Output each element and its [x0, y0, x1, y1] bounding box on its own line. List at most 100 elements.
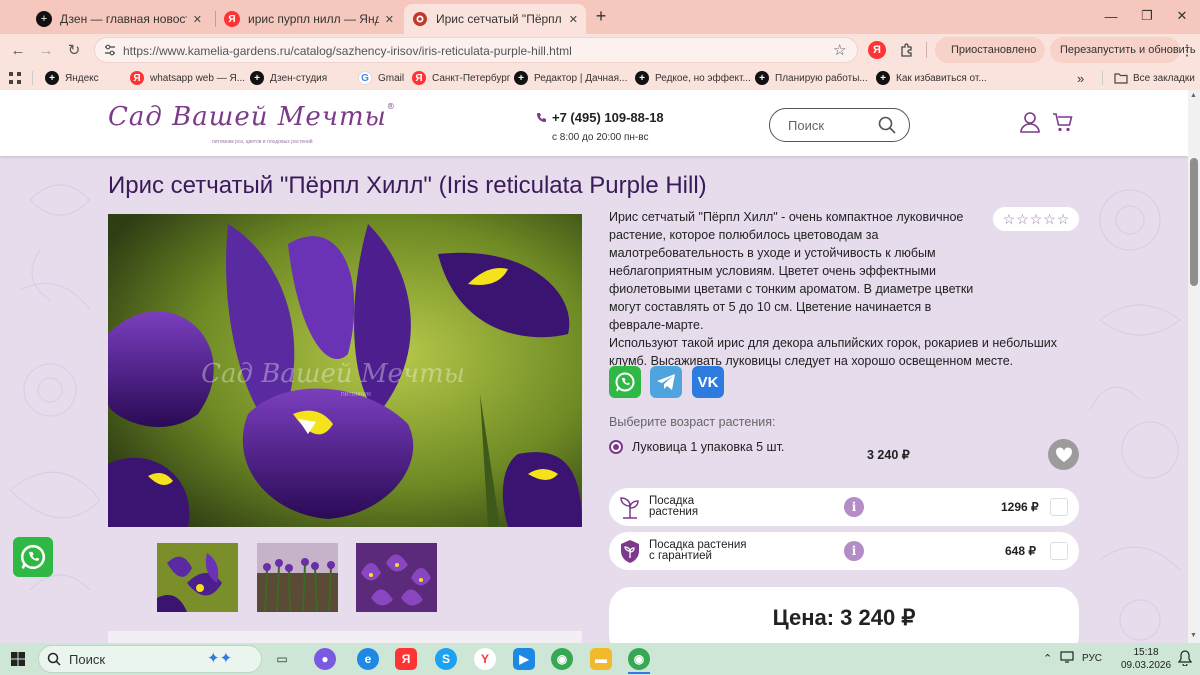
- info-icon[interactable]: i: [844, 541, 864, 561]
- task-view-icon[interactable]: ▭: [271, 648, 293, 670]
- site-settings-icon[interactable]: [103, 43, 117, 57]
- bookmark-editor[interactable]: + Редактор | Дачная...: [514, 69, 627, 87]
- scrollbar-thumb[interactable]: [1190, 158, 1198, 286]
- toolbar-divider: [926, 42, 927, 58]
- star-icon[interactable]: ☆: [1016, 211, 1029, 228]
- taskbar-search[interactable]: Поиск ✦✦: [38, 645, 262, 673]
- notifications-bell-icon[interactable]: [1178, 650, 1192, 666]
- network-icon[interactable]: [1060, 651, 1074, 663]
- option-label[interactable]: Луковица 1 упаковка 5 шт.: [632, 440, 784, 454]
- new-tab-button[interactable]: +: [592, 6, 610, 26]
- content-panel-edge: [108, 631, 582, 643]
- close-window-button[interactable]: ✕: [1164, 6, 1200, 26]
- tab-iris-product[interactable]: Ирис сетчатый "Пёрпл Хилл" ( ✕: [404, 4, 586, 34]
- bookmark-dzen-studio[interactable]: + Дзен-студия: [250, 69, 327, 87]
- back-arrow-icon[interactable]: ←: [6, 38, 30, 62]
- web-page: Сад Вашей Мечты® питомник роз, цветов и …: [0, 90, 1188, 643]
- file-explorer-icon[interactable]: ▬: [590, 648, 612, 670]
- product-main-image[interactable]: Сад Вашей Мечты питомник: [108, 214, 582, 527]
- page-scrollbar[interactable]: ▲ ▼: [1188, 90, 1200, 643]
- bookmark-label: Редкое, но эффект...: [655, 72, 751, 84]
- close-icon[interactable]: ✕: [193, 13, 202, 26]
- star-icon[interactable]: ☆: [1003, 211, 1016, 228]
- age-select-label: Выберите возраст растения:: [609, 415, 776, 429]
- tray-chevron-icon[interactable]: ⌃: [1043, 652, 1052, 665]
- whatsapp-chat-button[interactable]: [13, 537, 53, 577]
- more-bookmarks-button[interactable]: »: [1077, 69, 1084, 87]
- tab-yandex-search[interactable]: Я ирис пурпл нилл — Яндекс: н ✕: [216, 4, 402, 34]
- scroll-down-icon[interactable]: ▼: [1190, 632, 1197, 639]
- user-account-icon[interactable]: [1019, 111, 1041, 133]
- edge-icon[interactable]: e: [357, 648, 379, 670]
- total-price: Цена: 3 240 ₽: [772, 605, 916, 630]
- logo-tagline: питомник роз, цветов и плодовых растений: [212, 139, 313, 145]
- tab-title: Дзен — главная новостная ин: [60, 12, 187, 26]
- favorite-heart-button[interactable]: [1048, 439, 1079, 470]
- tab-strip: + Дзен — главная новостная ин ✕ Я ирис п…: [0, 0, 1200, 34]
- language-indicator[interactable]: РУС: [1082, 653, 1102, 664]
- forward-arrow-icon[interactable]: →: [34, 38, 58, 62]
- clock[interactable]: 15:18 09.03.2026: [1118, 646, 1174, 672]
- windows-start-icon[interactable]: [11, 652, 25, 666]
- apps-grid-icon[interactable]: [8, 71, 22, 85]
- extensions-puzzle-icon[interactable]: [895, 38, 919, 62]
- bookmark-gmail[interactable]: G Gmail: [358, 69, 404, 87]
- bookmark-planning[interactable]: + Планирую работы...: [755, 69, 868, 87]
- star-icon[interactable]: ☆: [1043, 211, 1056, 228]
- close-icon[interactable]: ✕: [385, 13, 394, 26]
- rating-stars[interactable]: ☆ ☆ ☆ ☆ ☆: [993, 207, 1079, 231]
- alice-icon[interactable]: ●: [314, 648, 336, 670]
- service-checkbox[interactable]: [1050, 498, 1068, 516]
- shield-plant-icon: [617, 538, 643, 564]
- vk-share-icon[interactable]: VK: [692, 366, 724, 398]
- video-editor-icon[interactable]: ▶: [513, 648, 535, 670]
- bookmark-label: whatsapp web — Я...: [150, 72, 246, 84]
- maximize-button[interactable]: ❐: [1129, 6, 1165, 26]
- work-hours: с 8:00 до 20:00 пн-вс: [552, 132, 649, 143]
- all-bookmarks-button[interactable]: Все закладки: [1114, 69, 1195, 87]
- shopping-cart-icon[interactable]: [1052, 111, 1074, 133]
- minimize-button[interactable]: —: [1093, 6, 1129, 26]
- taskbar-search-placeholder: Поиск: [69, 652, 106, 667]
- yandex-browser-icon[interactable]: Y: [474, 648, 496, 670]
- yandex-extension-icon[interactable]: Я: [868, 41, 886, 59]
- option-radio[interactable]: [609, 440, 623, 454]
- paused-label: Приостановлено: [951, 44, 1037, 56]
- telegram-share-icon[interactable]: [650, 366, 682, 398]
- bookmark-how-to[interactable]: + Как избавиться от...: [876, 69, 987, 87]
- chrome-icon[interactable]: ◉: [551, 648, 573, 670]
- close-icon[interactable]: ✕: [569, 13, 578, 26]
- star-icon[interactable]: ☆: [1057, 211, 1070, 228]
- thumbnail-2[interactable]: [257, 543, 338, 612]
- bookmark-label: Планирую работы...: [775, 72, 868, 84]
- bookmark-spb[interactable]: Я Санкт-Петербург: [412, 69, 510, 87]
- thumbnail-1[interactable]: [157, 543, 238, 612]
- skype-icon[interactable]: S: [435, 648, 457, 670]
- site-search-input[interactable]: Поиск: [769, 108, 910, 142]
- bookmark-rare[interactable]: + Редкое, но эффект...: [635, 69, 751, 87]
- chrome-active-icon[interactable]: ◉: [628, 648, 650, 670]
- bookmark-yandex[interactable]: + Яндекс: [45, 69, 99, 87]
- phone-link[interactable]: +7 (495) 109-88-18: [536, 110, 664, 125]
- menu-dots-icon[interactable]: ⋮: [1178, 38, 1196, 62]
- restart-update-button[interactable]: Перезапустить и обновить: [1050, 37, 1196, 63]
- reload-icon[interactable]: ↻: [62, 38, 86, 62]
- service-checkbox[interactable]: [1050, 542, 1068, 560]
- profile-paused-button[interactable]: Приостановлено: [935, 37, 1045, 63]
- scroll-up-icon[interactable]: ▲: [1190, 92, 1197, 99]
- whatsapp-share-icon[interactable]: [609, 366, 641, 398]
- info-icon[interactable]: i: [844, 497, 864, 517]
- address-bar[interactable]: https://www.kamelia-gardens.ru/catalog/s…: [94, 37, 858, 63]
- bookmark-star-icon[interactable]: ☆: [833, 41, 846, 59]
- logo-text: Сад Вашей Мечты: [108, 102, 387, 132]
- star-icon[interactable]: ☆: [1030, 211, 1043, 228]
- tab-dzen[interactable]: + Дзен — главная новостная ин ✕: [28, 4, 210, 34]
- thumbnail-3[interactable]: [356, 543, 437, 612]
- site-logo[interactable]: Сад Вашей Мечты®: [108, 102, 396, 132]
- bookmark-whatsapp[interactable]: Яwhatsapp web — Я...: [130, 69, 245, 87]
- search-placeholder: Поиск: [788, 118, 825, 133]
- yandex-taskbar-icon[interactable]: Я: [395, 648, 417, 670]
- whatsapp-icon: [20, 544, 46, 570]
- search-icon[interactable]: [878, 116, 896, 134]
- tab-title: Ирис сетчатый "Пёрпл Хилл" (: [436, 12, 563, 26]
